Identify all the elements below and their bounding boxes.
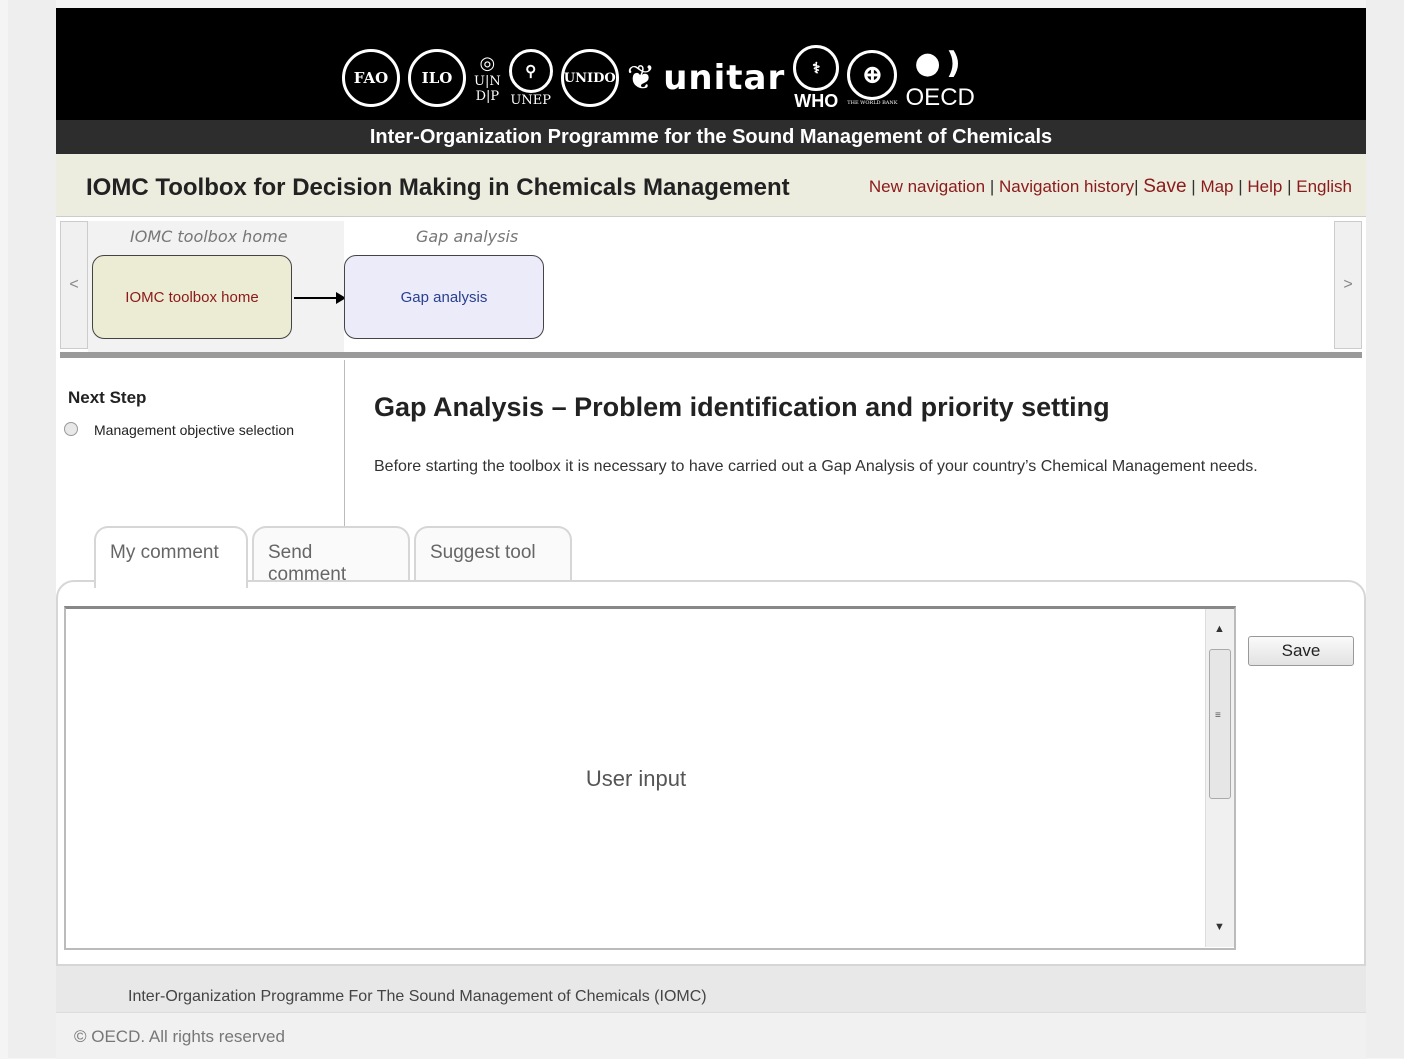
page: FAO ILO ◎ U|N D|P ⚲ UNEP UNIDO ❦ unitar …: [56, 8, 1366, 1059]
next-step-radio[interactable]: [64, 422, 78, 436]
worldbank-globe: ⊕: [847, 50, 898, 100]
flow-node-home[interactable]: IOMC toolbox home: [92, 255, 292, 339]
nav-help[interactable]: Help: [1247, 177, 1282, 196]
flow-label-gap: Gap analysis: [416, 227, 519, 246]
tab-my-comment[interactable]: My comment: [94, 526, 248, 588]
programme-subtitle: Inter-Organization Programme for the Sou…: [56, 120, 1366, 154]
tab-send-comment[interactable]: Send comment: [252, 526, 410, 585]
unitar-emblem-icon: ❦: [626, 59, 656, 97]
next-step-option-label[interactable]: Management objective selection: [94, 422, 294, 438]
scroll-up-icon[interactable]: ▲: [1214, 623, 1225, 635]
nav-save[interactable]: Save: [1143, 176, 1186, 197]
unep-logo-icon: ⚲ UNEP: [508, 48, 553, 108]
grip-icon: ≡: [1215, 710, 1221, 721]
partner-logo-banner: FAO ILO ◎ U|N D|P ⚲ UNEP UNIDO ❦ unitar …: [56, 8, 1366, 120]
undp-bottom: D|P: [475, 88, 500, 104]
page-title: Gap Analysis – Problem identification an…: [374, 392, 1110, 422]
undp-top: U|N: [474, 73, 501, 89]
flow-divider: [60, 352, 1362, 358]
flow-label-home: IOMC toolbox home: [130, 227, 288, 246]
flow-connector: [294, 297, 338, 299]
who-logo-icon: ⚕ WHO: [793, 44, 840, 112]
nav-new-navigation[interactable]: New navigation: [869, 177, 985, 196]
next-step-title: Next Step: [68, 388, 147, 407]
partner-logos: FAO ILO ◎ U|N D|P ⚲ UNEP UNIDO ❦ unitar …: [342, 38, 975, 118]
footer-org-text: Inter-Organization Programme For The Sou…: [128, 988, 707, 1005]
tab-suggest-tool[interactable]: Suggest tool: [414, 526, 572, 584]
fao-logo-icon: FAO: [342, 49, 400, 107]
oecd-globe: ●❫: [914, 46, 966, 81]
navigation-flow: < IOMC toolbox home Gap analysis IOMC to…: [56, 216, 1366, 357]
flow-prev-arrow[interactable]: <: [60, 221, 88, 349]
nav-language[interactable]: English: [1296, 177, 1352, 196]
comment-textarea[interactable]: User input ▲ ≡ ▼: [64, 606, 1236, 950]
footer-org: Inter-Organization Programme For The Sou…: [56, 966, 1366, 1012]
top-navigation: New navigation | Navigation history| Sav…: [868, 176, 1352, 197]
who-label: WHO: [794, 90, 839, 111]
worldbank-label: THE WORLD BANK: [847, 100, 898, 106]
left-margin: [8, 0, 56, 1058]
oecd-logo-icon: ●❫ OECD: [906, 44, 975, 112]
flow-node-gap-analysis[interactable]: Gap analysis: [344, 255, 544, 339]
copyright-text: © OECD. All rights reserved: [74, 1027, 285, 1046]
right-margin: [1366, 0, 1404, 1058]
ilo-logo-icon: ILO: [408, 49, 466, 107]
app-title: IOMC Toolbox for Decision Making in Chem…: [86, 174, 790, 201]
scroll-down-icon[interactable]: ▼: [1214, 921, 1225, 933]
undp-logo-icon: ◎ U|N D|P: [474, 52, 501, 104]
scroll-thumb[interactable]: ≡: [1209, 649, 1231, 799]
textarea-scrollbar[interactable]: ▲ ≡ ▼: [1205, 609, 1234, 947]
footer-copyright: © OECD. All rights reserved: [56, 1012, 1366, 1059]
save-comment-button[interactable]: Save: [1248, 636, 1354, 666]
unido-logo-icon: UNIDO: [560, 49, 619, 107]
who-emblem: ⚕: [793, 44, 840, 91]
nav-navigation-history[interactable]: Navigation history: [999, 177, 1134, 196]
unitar-logo: unitar: [663, 58, 786, 98]
comment-placeholder: User input: [585, 766, 687, 791]
oecd-label: OECD: [905, 84, 975, 111]
unep-label: UNEP: [510, 92, 551, 108]
worldbank-logo-icon: ⊕ THE WORLD BANK: [847, 50, 898, 106]
page-description: Before starting the toolbox it is necess…: [374, 458, 1258, 475]
flow-next-arrow[interactable]: >: [1334, 221, 1362, 349]
title-bar: IOMC Toolbox for Decision Making in Chem…: [56, 154, 1366, 216]
nav-map[interactable]: Map: [1200, 177, 1233, 196]
unep-circle: ⚲: [508, 48, 553, 93]
next-step-panel: Next Step Management objective selection: [56, 360, 345, 528]
